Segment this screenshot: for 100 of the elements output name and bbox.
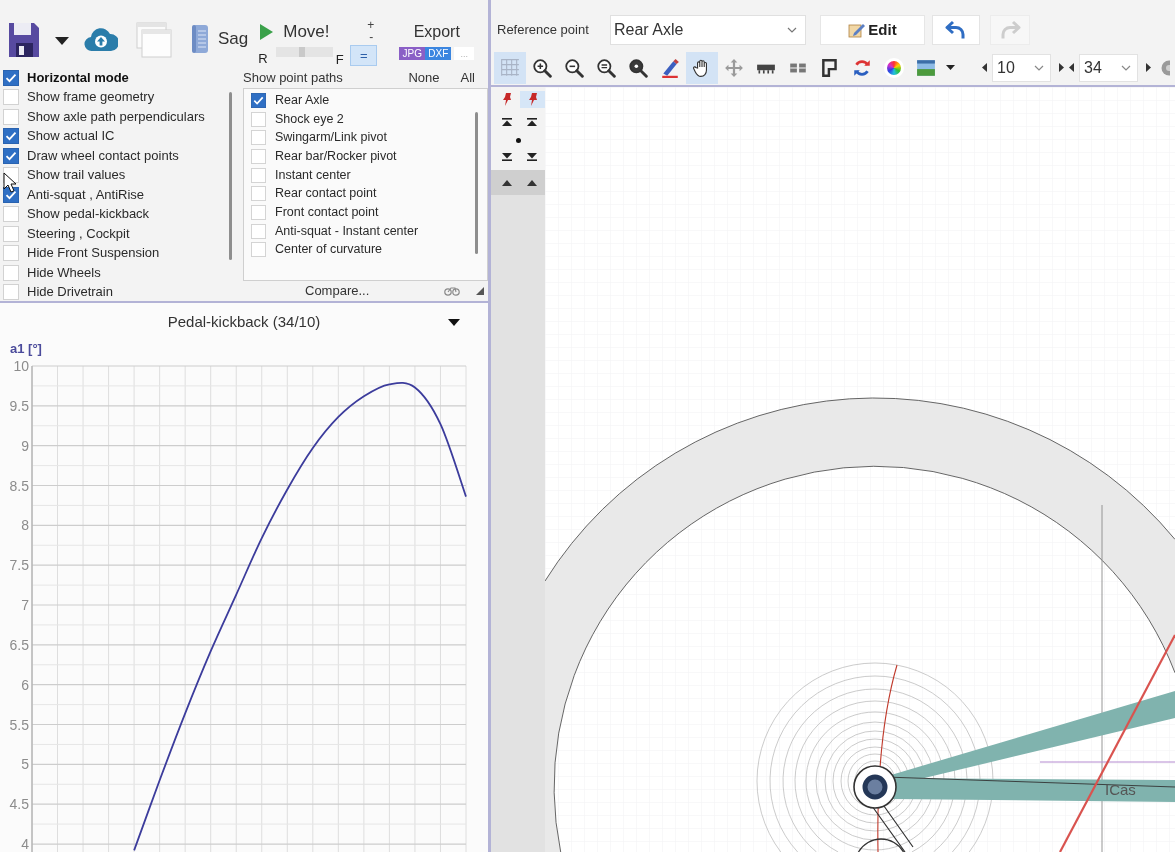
reference-point-dropdown[interactable]: Rear Axle [610,15,806,45]
play-icon [260,24,274,40]
tool-button[interactable] [686,51,718,84]
y-tick-label: 6 [21,676,29,693]
caret-down-icon[interactable] [945,65,955,70]
magnifier-lines-icon [596,57,616,78]
checkbox-label: Horizontal mode [27,69,129,86]
point-label: ICas [1105,781,1136,798]
y-tick-label: 7.5 [9,557,29,574]
bicycle-icon[interactable] [444,286,460,296]
checkbox-label: Rear bar/Rocker pivot [275,148,397,164]
edit-button[interactable]: Edit [820,15,925,45]
compare-button[interactable]: Compare... [305,281,370,301]
cloud-upload-icon[interactable] [84,26,118,52]
format-button[interactable]: DXF [425,47,452,60]
frame-icon [820,57,840,78]
checkbox-label: Instant center [275,167,351,183]
checkbox-label: Hide Wheels [27,264,101,281]
checkbox-label: Anti-squat , AntiRise [27,186,145,203]
chevron-down-icon [787,27,797,33]
y-tick-label: 10 [13,358,29,374]
checkbox-label: Rear Axle [275,92,330,108]
checkbox-label: Anti-squat - Instant center [275,223,419,239]
chevron-down-icon [1034,64,1044,71]
book-icon [190,24,210,54]
resize-grip-icon[interactable] [476,287,484,295]
landscape-icon [916,57,936,78]
chevron-down-icon [1121,64,1131,71]
dot-icon[interactable] [515,137,521,143]
caret-left-icon[interactable] [982,63,987,72]
y-tick-label: 9 [21,437,29,454]
checkbox[interactable] [3,128,19,145]
sag-button[interactable]: Sag [190,24,249,54]
slider-thumb[interactable] [298,47,305,57]
minus-button[interactable]: - [369,31,374,43]
collapse-down-icon[interactable] [501,153,512,161]
triangle-up-icon[interactable] [527,179,538,186]
checkbox-label: Center of curvature [275,242,382,258]
undo-button[interactable] [932,15,980,45]
equal-button[interactable]: = [350,45,378,66]
number-dropdown[interactable]: 34 [1079,53,1138,82]
slider-label: R [258,52,268,66]
checkbox[interactable] [251,92,266,108]
checkbox-label: Show trail values [27,167,126,184]
y-tick-label: 5 [21,756,29,773]
checkbox-label: Show actual IC [27,128,115,145]
magnifier-dark-icon [628,57,648,78]
checkbox-label: Shock eye 2 [275,111,344,127]
redo-icon [999,20,1021,40]
triangle-up-icon[interactable] [501,179,512,186]
axis-label: a1 [°] [10,341,42,356]
scrollbar[interactable] [229,92,232,260]
zoom-in-icon [532,57,552,78]
pushpin-icon [527,93,537,106]
y-tick-label: 8 [21,517,29,534]
checkbox[interactable] [3,147,19,164]
collapse-up-icon[interactable] [501,118,512,126]
grid-icon [500,57,520,78]
caret-right-icon[interactable] [1146,63,1151,72]
checkbox-label: Show pedal-kickback [27,206,150,223]
select-all-link[interactable]: All [460,68,475,88]
checkbox-label: Rear contact point [275,186,377,202]
collapse-down-icon[interactable] [527,153,538,161]
checkbox[interactable] [3,69,19,86]
caret-down-icon[interactable] [448,318,460,326]
checkbox-label: Show axle path perpendiculars [27,108,205,125]
checkbox-label: Swingarm/Link pivot [275,130,387,146]
color-wheel-icon [884,57,904,78]
chart-title: Pedal-kickback (34/10) [167,311,321,332]
caret-right-icon[interactable] [1059,63,1064,72]
export-label: Export [413,22,460,42]
checkbox-label: Draw wheel contact points [27,147,179,164]
plus-button[interactable]: + [367,19,375,31]
cycle-arrows-icon [852,57,872,78]
y-tick-label: 6.5 [9,636,29,653]
y-tick-label: 8.5 [9,477,29,494]
y-tick-label: 4.5 [9,796,29,813]
undo-icon [945,20,967,40]
number-dropdown[interactable]: 10 [992,53,1051,82]
checkbox-label: Show frame geometry [27,89,155,106]
field-label: Reference point [497,21,590,40]
format-button[interactable]: JPG [399,47,426,60]
slider-label: F [335,53,344,67]
checkbox-label: Hide Drivetrain [27,284,113,301]
slider-track[interactable] [275,47,333,57]
checkbox-label: Front contact point [275,204,379,220]
pin-button[interactable] [519,91,545,108]
move-button[interactable]: Move! [256,20,349,44]
select-none-link[interactable]: None [408,68,440,88]
caret-down-icon[interactable] [55,37,69,45]
y-tick-label: 9.5 [9,397,29,414]
scrollbar[interactable] [475,112,478,254]
edit-note-icon [848,22,867,38]
checkbox-label: Hide Front Suspension [27,245,160,262]
pushpin-icon [502,93,512,106]
collapse-up-icon[interactable] [527,118,538,126]
caret-left-icon[interactable] [1069,63,1074,72]
move-arrows-icon [724,57,744,78]
y-tick-label: 5.5 [9,716,29,733]
mouse-cursor-icon [3,172,16,193]
